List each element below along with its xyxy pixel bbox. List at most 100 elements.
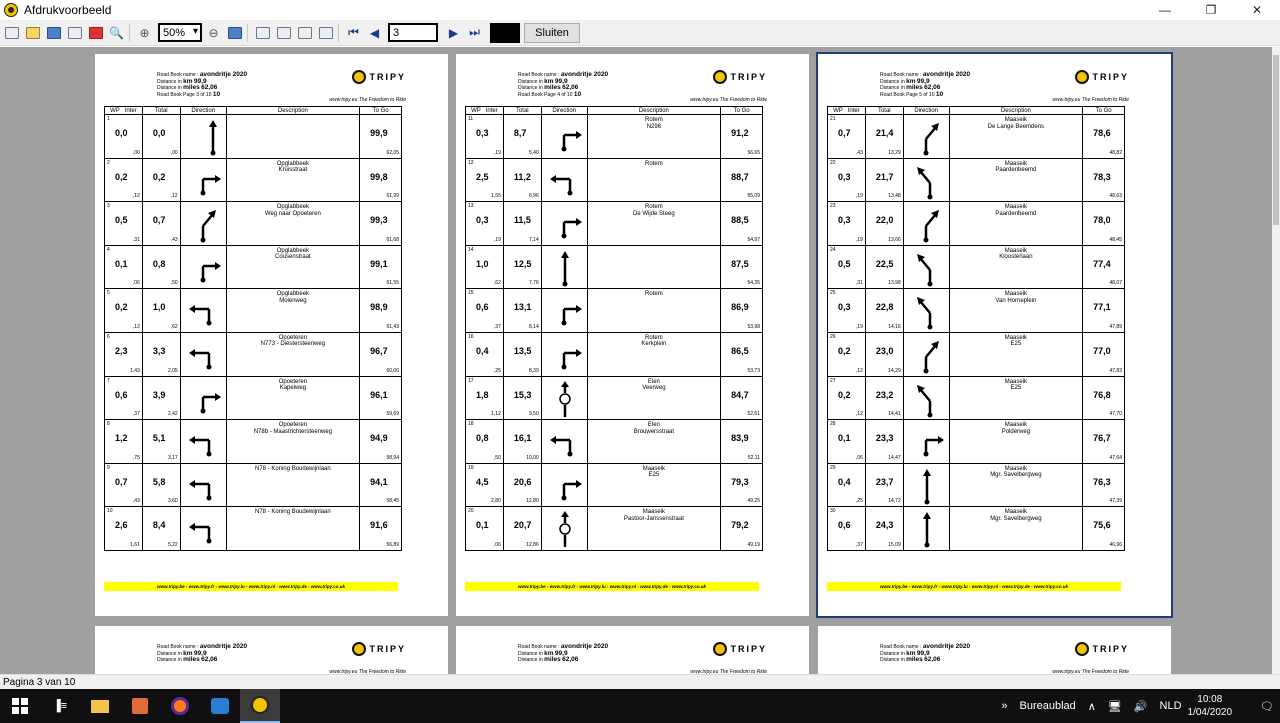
page-big: 10: [212, 90, 221, 98]
roadbook-header: Road Book name : avondritje 2020 Distance…: [157, 643, 247, 664]
edit-button[interactable]: [316, 23, 335, 42]
volume-icon[interactable]: 🔊: [1134, 700, 1148, 713]
color-swatch[interactable]: [490, 22, 520, 43]
wp-cell: 12 2,5 1,55: [465, 157, 504, 203]
start-button[interactable]: [0, 689, 40, 723]
task-view-button[interactable]: ▐≡: [40, 689, 80, 723]
two-pages-button[interactable]: [274, 23, 293, 42]
close-preview-button[interactable]: Sluiten: [524, 22, 580, 43]
roadbook-page[interactable]: Road Book name : avondritje 2020 Distance…: [456, 54, 809, 616]
total-km: 22,0: [875, 215, 894, 226]
chevron-icon[interactable]: »: [1001, 700, 1007, 712]
total-km: 21,4: [875, 128, 894, 138]
zoom-select[interactable]: 50%: [158, 23, 202, 42]
total-cell: 3,9 2,42: [141, 375, 181, 421]
binoculars-icon: 🔍: [109, 25, 124, 40]
roadbook-page[interactable]: Road Book name : avondritje 2020 Distance…: [816, 52, 1173, 618]
roadbook-page-next[interactable]: Road Book name : avondritje 2020 Distance…: [95, 626, 448, 674]
export-button[interactable]: [65, 23, 84, 42]
firefox-button[interactable]: [160, 689, 200, 723]
desc-line: Veerweg: [642, 385, 666, 392]
table-row: 3 0,5 ,31 0,7 ,43 Opglabbeek Weg naar Opoetere…: [104, 201, 402, 246]
desktop-label[interactable]: Bureaublad: [1020, 700, 1076, 712]
zoom-in-button[interactable]: ⊕: [135, 23, 154, 42]
desc-line: Paardenbeemd: [995, 167, 1037, 174]
page-number-input[interactable]: 3: [388, 23, 438, 42]
print-button[interactable]: [2, 23, 21, 42]
total-mi: 5,22: [167, 541, 178, 548]
tray-up-icon[interactable]: ∧: [1088, 700, 1096, 713]
book-view-button[interactable]: [295, 23, 314, 42]
togo-mi: 61,99: [386, 193, 399, 200]
miles-unit: miles: [183, 656, 200, 663]
first-page-button[interactable]: ⏮: [344, 23, 363, 42]
find-button[interactable]: 🔍: [107, 23, 126, 42]
togo-cell: 94,1 58,45: [359, 462, 402, 508]
roadbook-page-next[interactable]: Road Book name : avondritje 2020 Distance…: [818, 626, 1171, 674]
print-preview-area[interactable]: Road Book name : avondritje 2020 Distance…: [0, 47, 1272, 674]
wp-cell: 23 0,3 ,19: [827, 201, 866, 246]
notifications-icon[interactable]: 🗨: [1260, 700, 1274, 713]
media-button[interactable]: [120, 689, 160, 723]
vertical-scrollbar[interactable]: [1272, 47, 1280, 674]
tripy-logo: TRIPY: [1075, 70, 1129, 84]
pdf-button[interactable]: [86, 23, 105, 42]
last-page-button[interactable]: ⏭: [465, 23, 484, 42]
inter-km: 0,3: [838, 302, 851, 313]
mail-button[interactable]: [200, 689, 240, 723]
togo-cell: 99,8 61,99: [359, 157, 402, 203]
maximize-button[interactable]: ❐: [1188, 0, 1234, 20]
next-page-button[interactable]: ▶: [444, 23, 463, 42]
zoom-out-button[interactable]: ⊖: [204, 23, 223, 42]
total-cell: 3,3 2,05: [141, 331, 181, 377]
one-page-button[interactable]: [253, 23, 272, 42]
togo-mi: 49,19: [747, 541, 760, 548]
desc-line: De Lange Beemdens: [987, 123, 1045, 130]
total-km: 5,1: [152, 433, 166, 444]
direction-arrow-icon: [200, 174, 221, 196]
wp-cell: 19 4,5 2,80: [465, 462, 504, 508]
save-button[interactable]: [44, 23, 63, 42]
wp-cell: 2 0,2 ,12: [104, 157, 143, 203]
miles-label: Distance in: [880, 657, 905, 663]
wp-number: 1: [107, 116, 110, 122]
togo-km: 88,7: [731, 171, 749, 182]
togo-cell: 77,1 47,89: [1082, 288, 1125, 333]
tripy-logo-icon: [1075, 70, 1090, 84]
tripy-taskbar-button[interactable]: [240, 689, 280, 723]
prev-page-button[interactable]: ◀: [365, 23, 384, 42]
roadbook-page-next[interactable]: Road Book name : avondritje 2020 Distance…: [456, 626, 809, 674]
inter-mi: ,62: [493, 280, 501, 287]
total-mi: 14,29: [888, 367, 901, 374]
language-indicator[interactable]: NLD: [1160, 700, 1182, 712]
table-row: 15 0,6 ,37 13,1 8,14 Rotem 86,9 53,98: [465, 288, 763, 333]
tripy-logo: TRIPY: [1075, 642, 1129, 656]
togo-cell: 76,7 47,64: [1082, 419, 1125, 464]
togo-km: 78,0: [1093, 215, 1111, 226]
open-button[interactable]: [23, 23, 42, 42]
close-window-button[interactable]: ✕: [1234, 0, 1280, 20]
network-icon[interactable]: 🖥: [1108, 700, 1122, 713]
togo-cell: 99,9 62,05: [359, 114, 402, 159]
roadbook-page[interactable]: Road Book name : avondritje 2020 Distance…: [95, 54, 448, 616]
slogan: www.tripy.eu The Freedom to Ride: [329, 97, 406, 103]
inter-mi: ,25: [493, 367, 501, 374]
fit-page-button[interactable]: [225, 23, 244, 42]
scrollbar-thumb[interactable]: [1273, 55, 1279, 225]
explorer-button[interactable]: [80, 689, 120, 723]
inter-mi: ,43: [855, 149, 863, 156]
togo-cell: 96,7 60,06: [359, 331, 402, 377]
togo-cell: 88,5 54,97: [720, 201, 763, 246]
togo-km: 94,9: [370, 433, 388, 444]
togo-km: 79,3: [731, 476, 749, 487]
minimize-button[interactable]: —: [1142, 0, 1188, 20]
clock[interactable]: 10:08 1/04/2020: [1188, 693, 1233, 719]
tripy-logo-icon: [713, 642, 728, 656]
togo-mi: 47,39: [1109, 498, 1122, 505]
direction-arrow-icon: [923, 436, 944, 457]
direction-cell: [902, 331, 950, 377]
miles-unit: miles: [544, 84, 561, 91]
wp-number: 7: [107, 377, 110, 384]
total-mi: 14,16: [888, 323, 901, 330]
togo-km: 76,3: [1093, 476, 1111, 487]
